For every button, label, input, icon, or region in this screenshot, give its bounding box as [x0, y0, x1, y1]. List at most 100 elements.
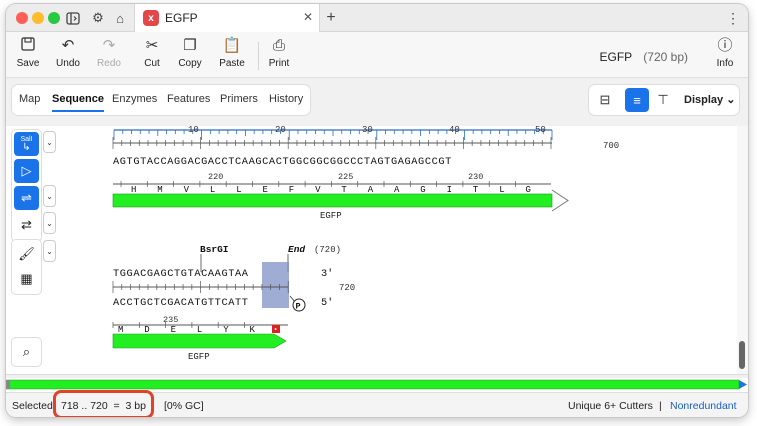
wrap-sequence-icon[interactable]: ≡	[625, 88, 649, 112]
tab-sequence[interactable]: Sequence	[52, 93, 104, 112]
scissors-icon: ✂	[145, 37, 159, 54]
amino-acid: L	[210, 185, 215, 195]
primer-badge-label: P	[296, 302, 301, 312]
feature-label-1: EGFP	[320, 211, 342, 221]
app-window: ⚙ ⌂ x EGFP ✕ + ⋮ Save ↶ Undo ↷ Redo ✂ Cu…	[6, 4, 748, 417]
document-tab[interactable]: x EGFP ✕	[134, 4, 320, 32]
close-tab-icon[interactable]: ✕	[303, 10, 313, 24]
amino-acid: A	[368, 185, 374, 195]
zoom-window-button[interactable]	[48, 12, 60, 24]
status-bar: Selected: 718 .. 720 = 3 bp [0% GC] Uniq…	[6, 390, 748, 417]
amino-acid: F	[289, 185, 294, 195]
search-button[interactable]: ⌕	[12, 338, 41, 366]
amino-acid: G	[420, 185, 425, 195]
sidebar-toggle-icon[interactable]	[64, 9, 82, 27]
both-strands-icon[interactable]: ⇌	[14, 186, 39, 210]
selection-highlight	[262, 262, 289, 308]
new-tab-icon[interactable]: +	[322, 9, 340, 27]
sequence-view-svg: 10 20 30 40 50 700 AGTGTACCAGGACGACCTCAA…	[112, 126, 619, 362]
dna-sequence-row1: AGTGTACCAGGACGACCTCAAGCACTGGCGGCGGCCCTAG…	[113, 156, 452, 168]
copy-icon: ❐	[183, 37, 197, 54]
selection-highlight-box	[53, 390, 154, 417]
enzyme-cut-button[interactable]: SalI ↳	[14, 132, 39, 156]
ruler-label-20: 20	[275, 126, 286, 135]
save-button[interactable]: Save	[8, 36, 48, 76]
status-separator: |	[659, 400, 662, 412]
close-window-button[interactable]	[16, 12, 28, 24]
tab-enzymes[interactable]: Enzymes	[112, 93, 157, 105]
minimize-window-button[interactable]	[32, 12, 44, 24]
tab-history[interactable]: History	[269, 93, 303, 105]
amino-acid: G	[526, 185, 531, 195]
amino-acid: V	[315, 185, 321, 195]
color-dropdown[interactable]: ⌄	[44, 241, 55, 261]
home-icon[interactable]: ⌂	[111, 9, 129, 27]
text-format-icon[interactable]: ⊤	[651, 88, 675, 112]
gear-icon[interactable]: ⚙	[89, 9, 107, 27]
info-button[interactable]: ⓘ Info	[705, 36, 745, 76]
paste-icon: 📋	[222, 37, 242, 54]
amino-acid: M	[157, 185, 162, 195]
aa-number-230: 230	[468, 172, 483, 182]
reverse-strand-icon[interactable]: ⇄	[14, 213, 39, 237]
paintbrush-icon[interactable]: 🖌	[14, 242, 39, 266]
amino-acid: D	[144, 325, 149, 335]
print-button[interactable]: ⎙ Print	[259, 36, 299, 76]
enzyme-label-bsrgi[interactable]: BsrGI	[200, 244, 229, 255]
amino-acid: K	[250, 325, 256, 335]
amino-acid: A	[394, 185, 400, 195]
amino-acid: L	[236, 185, 241, 195]
enzyme-dropdown[interactable]: ⌄	[44, 132, 55, 152]
end-position: (720)	[314, 245, 341, 255]
amino-acids-row2: MDELYK	[112, 322, 256, 335]
ruler-label-50: 50	[535, 126, 546, 135]
tab-primers[interactable]: Primers	[220, 93, 258, 105]
info-icon: ⓘ	[717, 37, 733, 54]
cut-button[interactable]: ✂ Cut	[132, 36, 172, 76]
amino-acid: L	[197, 325, 202, 335]
sidebar-group-top: SalI ↳ ▷ ⇌ ⇄	[12, 130, 41, 241]
copy-button[interactable]: ❐ Copy	[170, 36, 210, 76]
strand-dropdown[interactable]: ⌄	[44, 186, 55, 206]
ruler-label-10: 10	[188, 126, 199, 135]
feature-egfp-bar-1[interactable]	[112, 193, 553, 208]
overview-start-marker	[6, 380, 10, 389]
amino-acids-row1: HMVLLEFVTAAGITLG	[120, 181, 531, 195]
display-menu-button[interactable]: Display ⌄	[684, 93, 735, 106]
reverse-dropdown[interactable]: ⌄	[44, 213, 55, 233]
sequence-grid-icon[interactable]: ▦	[14, 267, 39, 291]
nonredundant-link[interactable]: Nonredundant	[670, 400, 737, 412]
feature-tag-icon[interactable]: ▷	[14, 159, 39, 183]
undo-button[interactable]: ↶ Undo	[48, 36, 88, 76]
aa-number-225: 225	[338, 172, 353, 182]
amino-acid: H	[131, 185, 136, 195]
aa-number-220: 220	[208, 172, 223, 182]
gc-content: [0% GC]	[164, 400, 204, 412]
amino-acid: T	[341, 185, 347, 195]
row2-position: 720	[339, 283, 355, 293]
sequence-canvas[interactable]: 10 20 30 40 50 700 AGTGTACCAGGACGACCTCAA…	[66, 126, 736, 374]
overview-end-arrow	[739, 380, 747, 389]
selected-label: Selected:	[12, 400, 56, 412]
paste-button[interactable]: 📋 Paste	[212, 36, 252, 76]
vertical-scrollbar[interactable]	[737, 126, 748, 374]
stop-codon-symbol: •	[274, 327, 278, 335]
sequence-info: EGFP (720 bp)	[599, 50, 688, 64]
view-tabs: Map Sequence Enzymes Features Primers Hi…	[12, 85, 310, 115]
ruler-ticks	[113, 130, 553, 140]
tab-features[interactable]: Features	[167, 93, 210, 105]
redo-button[interactable]: ↷ Redo	[89, 36, 129, 76]
more-menu-icon[interactable]: ⋮	[724, 9, 742, 27]
compact-view-icon[interactable]: ⊟	[593, 88, 617, 112]
amino-acid: M	[118, 325, 123, 335]
tab-map[interactable]: Map	[19, 93, 40, 105]
cutters-filter[interactable]: Unique 6+ Cutters	[568, 400, 653, 412]
snapgene-logo-icon: x	[143, 10, 159, 26]
amino-acid: I	[447, 185, 452, 195]
amino-acid: E	[171, 325, 176, 335]
chevron-down-icon: ⌄	[726, 94, 736, 106]
scrollbar-thumb[interactable]	[739, 341, 745, 369]
display-controls: ⊟ ≡ ⊤ Display ⌄	[589, 85, 739, 115]
feature-egfp-bar-2[interactable]	[112, 333, 287, 349]
row-end-position: 700	[603, 141, 619, 151]
